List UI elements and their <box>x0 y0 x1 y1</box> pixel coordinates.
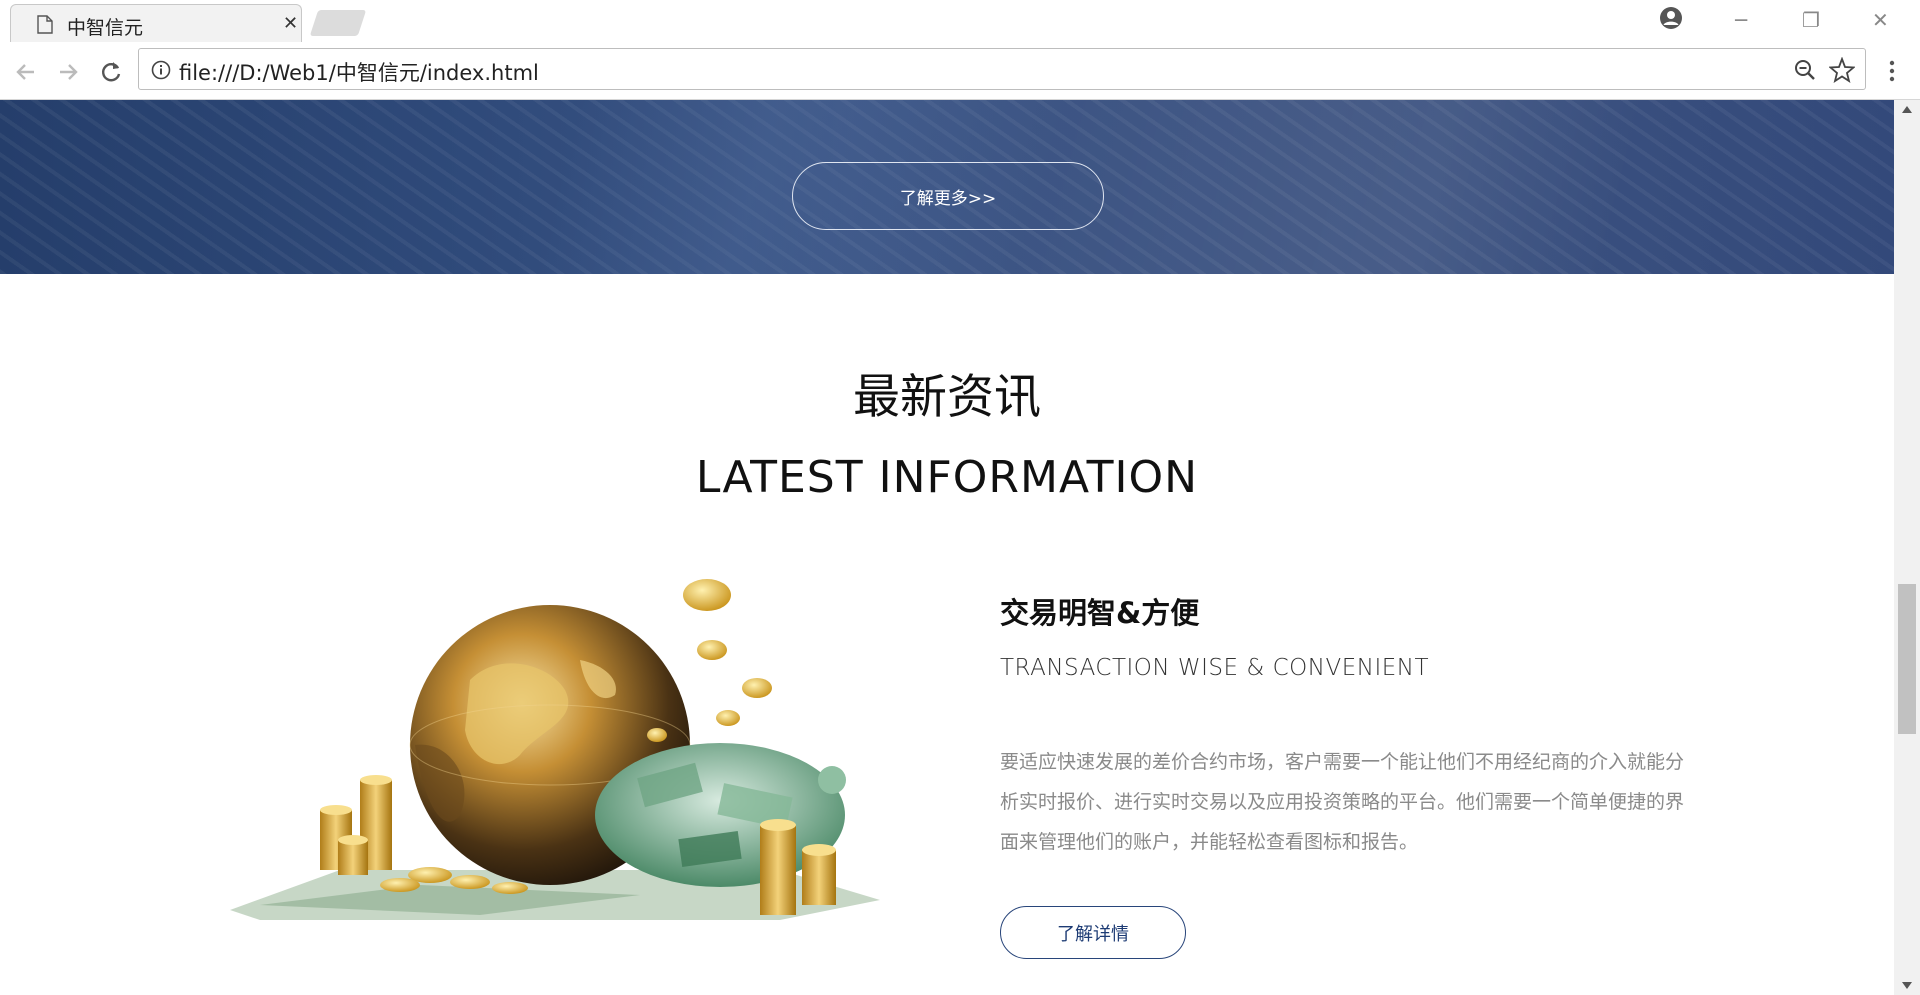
close-tab-icon[interactable]: ✕ <box>283 13 298 34</box>
bookmark-star-icon[interactable] <box>1829 57 1855 83</box>
browser-titlebar: 中智信元 ✕ ─ ❐ ✕ <box>0 0 1920 42</box>
vertical-scrollbar[interactable] <box>1894 100 1920 995</box>
page-viewport: 了解更多>> 最新资讯 LATEST INFORMATION 交易明智&方便 T… <box>0 100 1894 995</box>
globe-coins-image <box>230 579 880 920</box>
news-heading: 交易明智&方便 <box>1000 596 1200 630</box>
reload-icon[interactable] <box>97 58 125 86</box>
zoom-icon[interactable] <box>1793 58 1817 82</box>
browser-toolbar: file:///D:/Web1/中智信元/index.html <box>0 42 1920 100</box>
tab-title: 中智信元 <box>67 17 144 39</box>
hero-banner: 了解更多>> <box>0 100 1894 274</box>
minimize-icon[interactable]: ─ <box>1735 8 1747 32</box>
section-title: 最新资讯 <box>853 370 1041 425</box>
close-window-icon[interactable]: ✕ <box>1872 8 1889 32</box>
scroll-down-arrow-icon[interactable] <box>1902 982 1912 989</box>
scrollbar-thumb[interactable] <box>1898 584 1916 734</box>
url-text[interactable]: file:///D:/Web1/中智信元/index.html <box>179 57 539 87</box>
browser-tab[interactable]: 中智信元 ✕ <box>10 4 302 42</box>
news-subheading: TRANSACTION WISE & CONVENIENT <box>1000 655 1430 681</box>
section-subtitle: LATEST INFORMATION <box>695 452 1199 503</box>
address-bar[interactable]: file:///D:/Web1/中智信元/index.html <box>138 48 1866 90</box>
info-icon[interactable] <box>151 60 171 80</box>
profile-icon[interactable] <box>1659 6 1683 30</box>
restore-icon[interactable]: ❐ <box>1802 8 1820 32</box>
learn-more-button[interactable]: 了解更多>> <box>792 162 1104 230</box>
page-icon <box>37 15 53 34</box>
back-icon[interactable] <box>12 58 40 86</box>
menu-icon[interactable] <box>1884 56 1900 86</box>
new-tab-button[interactable] <box>309 10 367 36</box>
forward-icon[interactable] <box>54 58 82 86</box>
news-description: 要适应快速发展的差价合约市场，客户需要一个能让他们不用经纪商的介入就能分析实时报… <box>1000 751 1685 853</box>
learn-details-button[interactable]: 了解详情 <box>1000 906 1186 959</box>
scroll-up-arrow-icon[interactable] <box>1902 106 1912 113</box>
